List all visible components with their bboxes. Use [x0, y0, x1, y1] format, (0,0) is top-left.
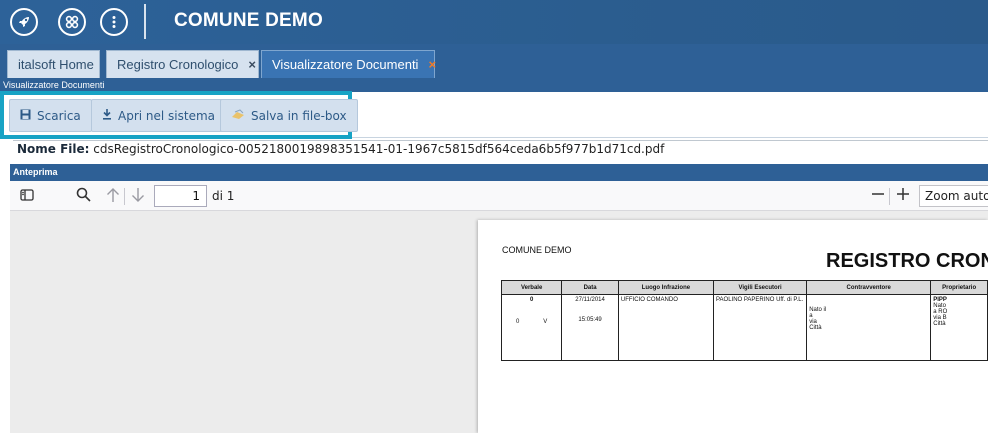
pdf-page: COMUNE DEMO REGISTRO CRONOLOGICO Verbale… [478, 220, 988, 433]
tab-registro-cronologico[interactable]: Registro Cronologico × [106, 50, 259, 78]
pdf-viewer-toolbar: 1 di 1 Zoom automatico [10, 181, 988, 211]
verbale-sub-b: V [543, 319, 548, 325]
zoom-select[interactable]: Zoom automatico [919, 185, 988, 207]
tab-visualizzatore-documenti[interactable]: Visualizzatore Documenti × [261, 50, 436, 78]
zoom-out-icon[interactable] [871, 187, 885, 205]
more-vertical-icon[interactable] [100, 8, 128, 36]
register-table: Verbale Data Luogo Infrazione Vigili Ese… [500, 280, 988, 361]
verbale-number: 0 [529, 297, 534, 303]
page-number-input[interactable]: 1 [154, 185, 207, 207]
column-header: Contravventore [806, 280, 932, 295]
header-divider [144, 4, 146, 39]
close-icon[interactable]: × [428, 57, 436, 72]
verbale-date: 27/11/2014 [575, 297, 605, 303]
preview-title: Anteprima [10, 164, 988, 181]
column-header: Proprietario [930, 280, 988, 295]
open-in-system-label: Apri nel sistema [118, 108, 216, 123]
apps-grid-icon[interactable] [58, 8, 86, 36]
download-arrow-icon [102, 108, 112, 123]
cell-luogo: UFFICIO COMANDO [617, 294, 714, 361]
close-icon[interactable]: × [248, 57, 256, 72]
column-header: Vigili Esecutori [712, 280, 808, 295]
file-name-label: Nome File: [17, 142, 90, 156]
search-icon[interactable] [76, 187, 91, 206]
cell-verbale: 0 0 V [500, 294, 563, 361]
document-title: REGISTRO CRONOLOGICO [826, 250, 988, 272]
next-page-icon[interactable] [131, 187, 145, 207]
tab-strip: italsoft Home Registro Cronologico × Visu… [0, 44, 988, 78]
prop-line: Città [933, 321, 946, 327]
toolbar-divider [352, 137, 988, 138]
download-button[interactable]: Scarica [9, 99, 92, 132]
rocket-icon[interactable] [10, 8, 38, 36]
contr-line: Città [809, 325, 822, 331]
nav-divider [124, 188, 125, 205]
save-filebox-label: Salva in file-box [251, 108, 347, 123]
save-filebox-button[interactable]: Salva in file-box [220, 99, 358, 132]
cell-proprietario: PIPP Nato a RO via B Città [930, 294, 988, 361]
page-count: di 1 [212, 189, 235, 203]
file-name-value: cdsRegistroCronologico-00521800198983515… [93, 142, 665, 156]
cell-vigili: PAOLINO PAPERINO Uff. di P.L. [712, 294, 808, 361]
zoom-in-icon[interactable] [896, 187, 910, 205]
file-name-row: Nome File: cdsRegistroCronologico-005218… [13, 140, 988, 158]
download-label: Scarica [37, 108, 81, 123]
verbale-sub-a: 0 [515, 319, 520, 325]
tab-italsoft-home[interactable]: italsoft Home [7, 50, 100, 78]
floppy-disk-icon [20, 109, 31, 123]
zoom-divider [889, 188, 890, 205]
table-row: 0 0 V 27/11/2014 15:05:49 UFFICIO COMAND… [500, 294, 988, 361]
column-header: Verbale [500, 280, 563, 295]
column-header: Luogo Infrazione [617, 280, 714, 295]
cell-contravventore: Nato il a via Città [806, 294, 932, 361]
cell-data: 27/11/2014 15:05:49 [561, 294, 619, 361]
app-header: COMUNE DEMO [0, 0, 988, 44]
previous-page-icon[interactable] [106, 187, 120, 207]
panel-title: Visualizzatore Documenti [0, 78, 988, 92]
app-title: COMUNE DEMO [174, 10, 323, 31]
sidebar-toggle-icon[interactable] [20, 187, 34, 205]
open-in-system-button[interactable]: Apri nel sistema [91, 99, 227, 132]
verbale-time: 15:05:49 [578, 317, 602, 323]
filebox-icon [231, 108, 245, 123]
tab-label: Visualizzatore Documenti [272, 57, 419, 72]
tab-label: Registro Cronologico [117, 57, 239, 72]
table-header-row: Verbale Data Luogo Infrazione Vigili Ese… [500, 280, 988, 295]
tab-label: italsoft Home [18, 57, 94, 72]
column-header: Data [561, 280, 619, 295]
document-comune: COMUNE DEMO [502, 245, 572, 255]
